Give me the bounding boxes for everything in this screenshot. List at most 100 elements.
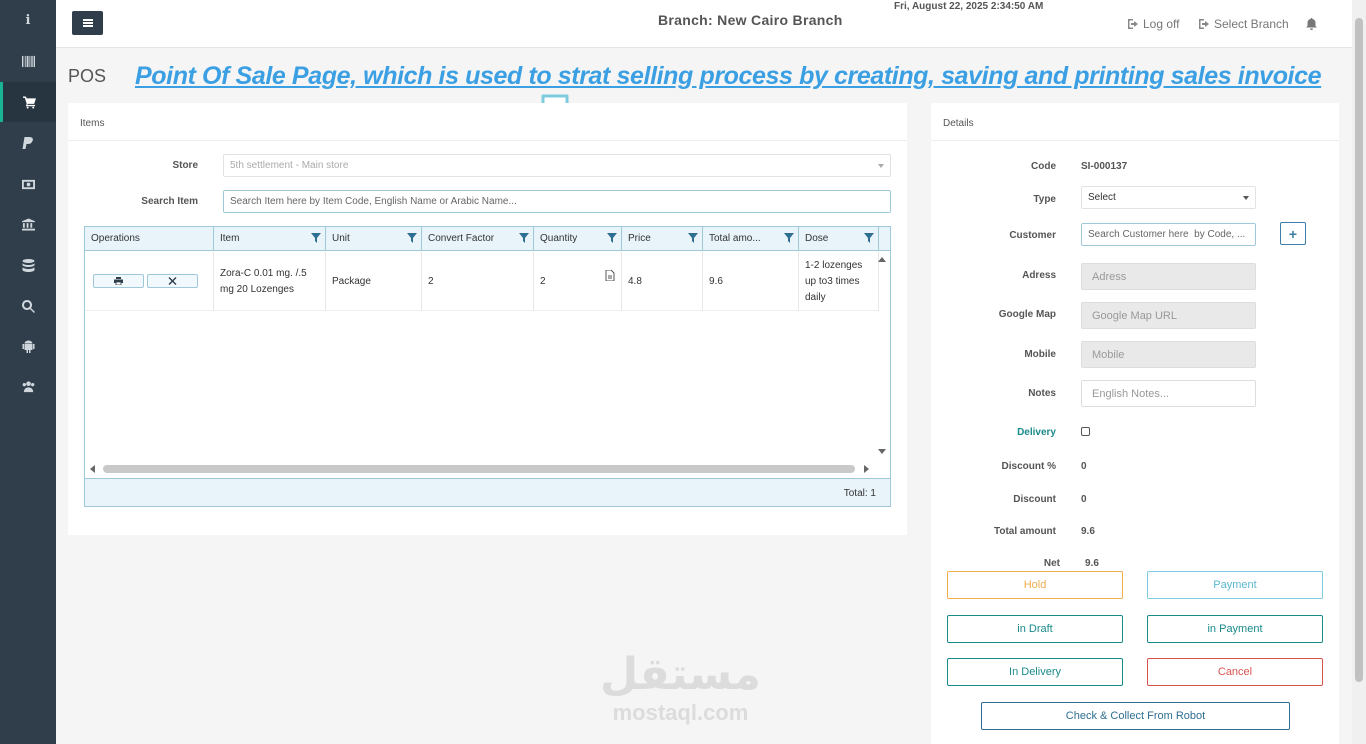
column-header-quantity[interactable]: Quantity (534, 227, 622, 251)
quantity-cell[interactable]: 2 (534, 252, 622, 311)
type-select[interactable]: Select (1081, 186, 1256, 209)
column-header-dose[interactable]: Dose (799, 227, 879, 251)
annotation-caption: Point Of Sale Page, which is used to str… (135, 62, 1322, 90)
address-field: Adress (1081, 263, 1256, 290)
signout-icon (1128, 19, 1138, 29)
dose-cell: 1-2 lozenges up to3 times daily (799, 252, 879, 311)
filter-icon[interactable] (407, 233, 417, 246)
in-payment-button[interactable]: in Payment (1147, 615, 1323, 643)
notification-bell[interactable] (1306, 17, 1317, 35)
sidebar-item-bank[interactable] (0, 204, 56, 244)
column-header-item[interactable]: Item (214, 227, 326, 251)
filter-icon[interactable] (311, 233, 321, 246)
column-header-operations[interactable]: Operations (85, 227, 214, 251)
column-header-total-amount[interactable]: Total amo... (703, 227, 799, 251)
filter-icon[interactable] (607, 233, 617, 246)
google-map-label: Google Map (998, 309, 1056, 320)
bank-icon (21, 217, 35, 231)
net-label: Net (1043, 558, 1060, 569)
print-button[interactable] (93, 274, 144, 288)
sidebar-item-android[interactable] (0, 326, 56, 366)
type-label: Type (1033, 194, 1056, 205)
mobile-field: Mobile (1081, 341, 1256, 368)
scrollbar-thumb[interactable] (1355, 18, 1363, 682)
notes-label: Notes (1028, 388, 1056, 399)
select-branch-link[interactable]: Select Branch (1199, 17, 1289, 31)
sidebar-item-pos[interactable] (0, 82, 56, 122)
page-scrollbar[interactable] (1352, 0, 1366, 744)
filter-icon[interactable] (784, 233, 794, 246)
discount-label: Discount (1013, 494, 1056, 505)
store-select[interactable]: 5th settlement - Main store (223, 154, 891, 177)
notes-field[interactable]: English Notes... (1081, 380, 1256, 407)
topbar: Branch: New Cairo Branch Fri, August 22,… (56, 0, 1352, 48)
add-customer-button[interactable]: + (1280, 222, 1306, 245)
grid-horizontal-scrollbar[interactable] (103, 465, 855, 473)
unit-cell: Package (326, 252, 422, 311)
plus-icon: + (1288, 225, 1298, 242)
sidebar-item-database[interactable] (0, 245, 56, 285)
menu-toggle-button[interactable] (72, 11, 103, 35)
hold-button[interactable]: Hold (947, 571, 1123, 599)
price-cell: 4.8 (622, 252, 703, 311)
check-collect-robot-button[interactable]: Check & Collect From Robot (981, 702, 1290, 730)
discount-percent-value: 0 (1081, 461, 1087, 472)
convert-factor-cell: 2 (422, 252, 534, 311)
sidebar-item-users[interactable] (0, 366, 56, 406)
delivery-label: Delivery (1017, 427, 1056, 438)
delete-row-button[interactable] (147, 274, 198, 288)
discount-value: 0 (1081, 494, 1087, 505)
bell-icon (1306, 18, 1317, 30)
cart-icon (23, 95, 36, 109)
close-icon (168, 277, 177, 285)
logoff-link[interactable]: Log off (1128, 17, 1179, 31)
column-header-convert-factor[interactable]: Convert Factor (422, 227, 534, 251)
edit-doc-icon[interactable] (605, 270, 615, 281)
customer-search-input[interactable] (1081, 223, 1256, 246)
in-delivery-button[interactable]: In Delivery (947, 658, 1123, 686)
discount-percent-label: Discount % (1001, 461, 1056, 472)
details-panel-heading: Details (931, 103, 1339, 141)
database-icon (22, 258, 34, 272)
page-title: POS (68, 66, 107, 86)
filter-icon[interactable] (519, 233, 529, 246)
cancel-button[interactable]: Cancel (1147, 658, 1323, 686)
scroll-up-arrow[interactable] (878, 257, 886, 262)
sidebar-item-search[interactable] (0, 286, 56, 326)
search-icon (21, 299, 35, 313)
users-icon (22, 380, 34, 392)
paypal-icon (22, 136, 33, 149)
sidebar-item-info[interactable]: i (0, 0, 56, 40)
total-amount-value: 9.6 (1081, 526, 1095, 537)
scroll-left-arrow[interactable] (90, 465, 95, 473)
hamburger-icon (82, 19, 93, 27)
sidebar-item-barcode[interactable] (0, 41, 56, 81)
google-map-field: Google Map URL (1081, 302, 1256, 329)
column-header-unit[interactable]: Unit (326, 227, 422, 251)
in-draft-button[interactable]: in Draft (947, 615, 1123, 643)
table-row[interactable]: Zora-C 0.01 mg. /.5 mg 20 Lozenges Packa… (85, 252, 879, 311)
column-header-price[interactable]: Price (622, 227, 703, 251)
barcode-icon (21, 55, 35, 67)
scroll-right-arrow[interactable] (864, 465, 869, 473)
item-cell: Zora-C 0.01 mg. /.5 mg 20 Lozenges (214, 252, 326, 311)
datetime-label: Fri, August 22, 2025 2:34:50 AM (894, 1, 1044, 12)
filter-icon[interactable] (688, 233, 698, 246)
print-icon (114, 277, 123, 285)
customer-label: Customer (1009, 230, 1056, 241)
sidebar: i (0, 0, 56, 744)
delivery-checkbox[interactable] (1081, 427, 1090, 436)
branch-label: Branch: New Cairo Branch (658, 12, 843, 28)
scroll-down-arrow[interactable] (878, 449, 886, 454)
grid-header: Operations Item Unit Convert Factor Quan… (85, 227, 890, 251)
watermark-english: mostaql.com (612, 700, 749, 725)
search-item-input[interactable] (223, 190, 891, 213)
payment-button[interactable]: Payment (1147, 571, 1323, 599)
chevron-down-icon (878, 164, 884, 168)
sidebar-item-money[interactable] (0, 164, 56, 204)
store-label: Store (172, 160, 198, 171)
chevron-down-icon (1243, 196, 1249, 200)
sidebar-item-paypal[interactable] (0, 123, 56, 163)
filter-icon[interactable] (864, 233, 874, 246)
total-amount-label: Total amount (993, 526, 1056, 537)
